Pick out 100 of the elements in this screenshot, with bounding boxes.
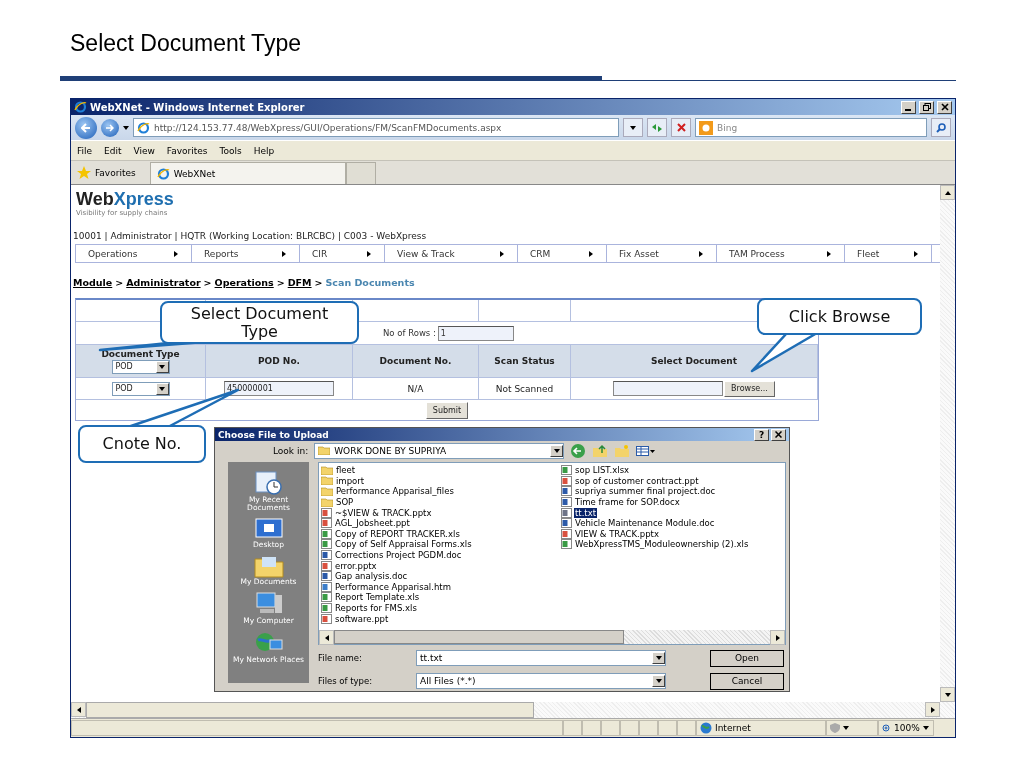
help-button[interactable]: ? [754,428,769,441]
file-icon [561,497,572,508]
breadcrumb-link[interactable]: Module [73,277,113,288]
scrollbar-thumb[interactable] [86,702,534,718]
view-menu-icon[interactable] [636,444,657,457]
column-header: Document No. [379,356,452,366]
list-entry[interactable]: SOP [335,497,355,508]
menu-item[interactable]: View [133,145,155,156]
nav-item[interactable]: Operations [76,245,192,262]
stop-icon [676,123,686,132]
nav-item[interactable]: CIR [300,245,385,262]
column-header: Select Document [650,356,738,366]
scroll-left-button[interactable] [71,702,86,717]
close-button[interactable] [771,428,786,441]
up-folder-icon[interactable] [592,443,609,458]
list-entry[interactable]: error.pptx [334,560,378,571]
type-select[interactable]: POD [111,359,170,374]
address-field[interactable]: http://124.153.77.48/WebXpress/GUI/Operations/FM/ScanFMDocuments.aspx [133,118,619,137]
file-icon [321,581,332,592]
cancel-button[interactable]: Cancel [710,672,784,690]
scrollbar-thumb[interactable] [334,630,624,644]
rows-input[interactable]: 1 [437,325,514,341]
list-entry[interactable]: ~$VIEW & TRACK.pptx [334,507,433,518]
breadcrumb-link[interactable]: Administrator [126,277,201,288]
scroll-right-button[interactable] [770,630,785,645]
list-entry[interactable]: sop LIST.xlsx [574,465,631,476]
minimize-button[interactable] [901,100,916,114]
browser-tab[interactable]: WebXNet [149,162,346,184]
back-icon[interactable] [570,442,587,459]
nav-item[interactable]: CRM [518,245,607,262]
open-button[interactable]: Open [710,649,784,667]
file-icon [561,507,572,518]
search-icon [936,122,946,133]
menu-item[interactable]: Favorites [166,145,208,156]
back-arrow-icon [81,122,91,133]
list-entry[interactable]: software.ppt [334,613,390,624]
list-entry[interactable]: tt.txt [574,507,598,518]
type-select[interactable]: POD [111,381,170,396]
nav-item[interactable]: View & Track [385,245,518,262]
nav-item[interactable]: Fix Asset [607,245,717,262]
forward-button[interactable] [101,118,119,137]
scroll-up-button[interactable] [940,185,955,200]
scroll-right-button[interactable] [925,702,940,717]
search-button[interactable] [931,118,951,137]
pod-input[interactable]: 450000001 [224,381,334,396]
favorites-button[interactable]: Favorites [77,166,136,179]
scroll-left-button[interactable] [319,630,334,645]
dropdown-button[interactable] [623,118,643,137]
submit-button[interactable]: Submit [425,401,469,419]
shield-icon [830,723,840,733]
list-entry[interactable]: Time frame for SOP.docx [574,497,681,508]
back-button[interactable] [75,116,97,139]
nav-item[interactable]: Reports [192,245,300,262]
forward-arrow-icon [106,123,114,132]
list-entry[interactable]: Corrections Project PGDM.doc [334,550,463,561]
user-info: 10001 | Administrator | HQTR (Working Location: BLRCBC) | C003 - WebXpress [73,231,428,241]
caret-icon [159,363,165,370]
stop-button[interactable] [671,118,691,137]
close-button[interactable] [937,100,952,114]
list-entry[interactable]: Gap analysis.doc [334,571,409,582]
list-entry[interactable]: supriya summer final project.doc [574,486,717,497]
file-icon [321,550,332,561]
ie-icon [156,167,170,180]
list-entry[interactable]: fleet [335,465,357,476]
arrow-right-icon [913,250,919,257]
status-pane[interactable]: 100% [878,720,934,736]
column-header: Document Type [101,348,180,359]
restore-button[interactable] [919,100,934,114]
menu-item[interactable]: Edit [104,145,122,156]
file-input[interactable] [613,381,724,396]
browse-button[interactable]: Browse... [724,380,775,397]
caret-icon [655,655,662,661]
file-type-select[interactable]: All Files (*.*) [416,673,666,689]
menu-item[interactable]: File [77,145,93,156]
file-icon [561,465,572,476]
table-cell: Not Scanned [495,383,554,394]
list-entry[interactable]: sop of customer contract.ppt [574,475,700,486]
list-entry[interactable]: Copy of REPORT TRACKER.xls [334,528,461,539]
file-name-field[interactable]: tt.txt [416,650,666,666]
list-entry[interactable]: Performance Apparisal.htm [334,581,452,592]
list-entry[interactable]: VIEW & TRACK.pptx [574,528,660,539]
list-entry[interactable]: Vehicle Maintenance Module.doc [574,518,716,529]
list-entry[interactable]: Copy of Self Appraisal Forms.xls [334,539,473,550]
search-field[interactable]: Bing [695,118,927,137]
breadcrumb-link[interactable]: DFM [287,277,312,288]
breadcrumb-current: Scan Documents [325,277,415,288]
list-entry[interactable]: AGL_Jobsheet.ppt [334,518,411,529]
list-entry[interactable]: Reports for FMS.xls [334,603,418,613]
nav-item[interactable]: TAM Process [717,245,845,262]
list-entry[interactable]: Report Template.xls [334,592,421,603]
breadcrumb-link[interactable]: Operations [214,277,274,288]
list-entry[interactable]: import [335,475,366,486]
menu-item[interactable]: Tools [219,145,242,156]
menu-item[interactable]: Help [253,145,275,156]
scroll-down-button[interactable] [940,687,955,702]
list-entry[interactable]: Performance Apparisal_files [335,486,455,497]
caret-icon [123,124,129,131]
list-entry[interactable]: WebXpressTMS_Moduleownership (2).xls [574,539,750,550]
look-in-select[interactable]: WORK DONE BY SUPRIYA [314,442,565,459]
nav-item[interactable]: Fleet [845,245,932,262]
